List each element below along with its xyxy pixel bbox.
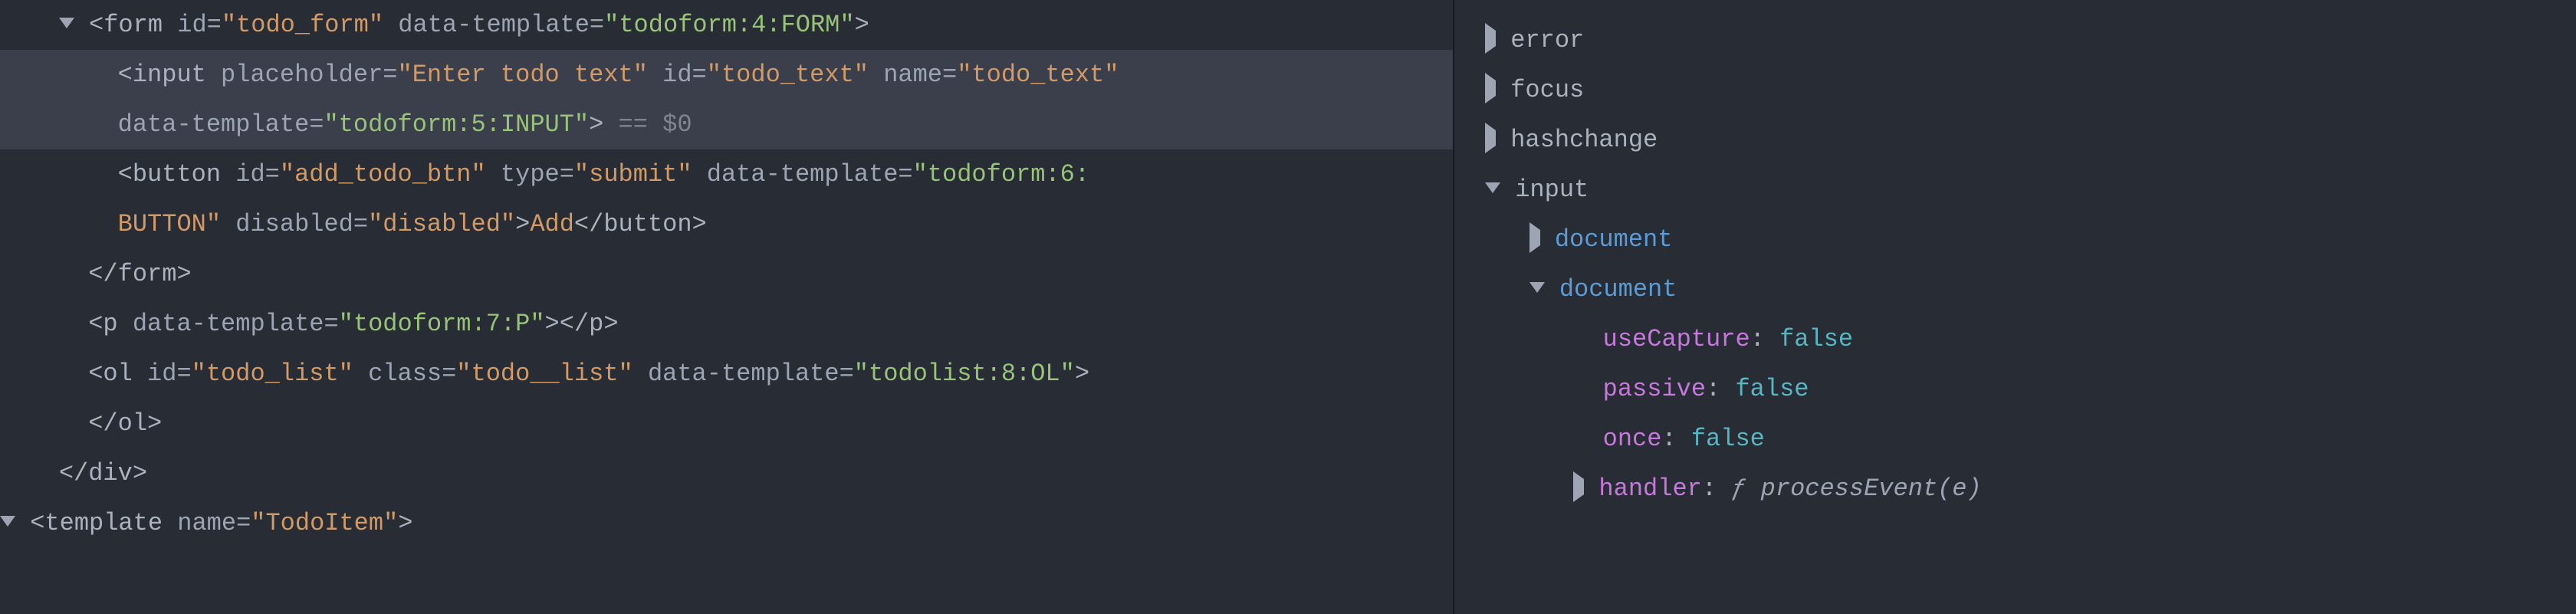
- chevron-right-icon[interactable]: [1573, 471, 1584, 502]
- dom-line-input-selected[interactable]: <input placeholder="Enter todo text" id=…: [0, 50, 1453, 100]
- event-listeners-panel[interactable]: error focus hashchange input document do…: [1453, 0, 2576, 614]
- event-group-input[interactable]: input: [1454, 165, 2576, 215]
- event-group-focus[interactable]: focus: [1454, 65, 2576, 115]
- chevron-right-icon[interactable]: [1485, 73, 1496, 103]
- event-prop-passive: passive: false: [1454, 364, 2576, 414]
- dom-line-form-close[interactable]: </form>: [0, 249, 1453, 299]
- chevron-right-icon[interactable]: [1530, 222, 1540, 253]
- chevron-down-icon[interactable]: [1485, 182, 1500, 193]
- event-prop-once: once: false: [1454, 414, 2576, 464]
- chevron-right-icon[interactable]: [1485, 23, 1496, 54]
- dom-line-template-open[interactable]: <template name="TodoItem">: [0, 498, 1453, 548]
- dom-line-button-cont[interactable]: BUTTON" disabled="disabled">Add</button>: [0, 199, 1453, 249]
- dom-line-button-open[interactable]: <button id="add_todo_btn" type="submit" …: [0, 149, 1453, 199]
- elements-panel[interactable]: <form id="todo_form" data-template="todo…: [0, 0, 1453, 614]
- dom-line-form-open[interactable]: <form id="todo_form" data-template="todo…: [0, 0, 1453, 50]
- event-prop-handler[interactable]: handler: ƒ processEvent(e): [1454, 464, 2576, 514]
- event-prop-usecapture: useCapture: false: [1454, 314, 2576, 364]
- chevron-right-icon[interactable]: [1485, 123, 1496, 153]
- chevron-down-icon[interactable]: [59, 18, 74, 28]
- chevron-down-icon[interactable]: [1530, 282, 1545, 293]
- dom-line-p[interactable]: <p data-template="todoform:7:P"></p>: [0, 299, 1453, 349]
- selected-indicator: == $0: [603, 110, 692, 139]
- dom-line-div-close[interactable]: </div>: [0, 448, 1453, 498]
- dom-line-ol-open[interactable]: <ol id="todo_list" class="todo__list" da…: [0, 349, 1453, 399]
- event-target-document-2[interactable]: document: [1454, 264, 2576, 314]
- chevron-down-icon[interactable]: [0, 516, 15, 527]
- dom-line-input-selected-cont[interactable]: data-template="todoform:5:INPUT"> == $0: [0, 100, 1453, 149]
- event-group-error[interactable]: error: [1454, 15, 2576, 65]
- event-target-document-1[interactable]: document: [1454, 215, 2576, 264]
- event-group-hashchange[interactable]: hashchange: [1454, 115, 2576, 165]
- dom-line-ol-close[interactable]: </ol>: [0, 399, 1453, 448]
